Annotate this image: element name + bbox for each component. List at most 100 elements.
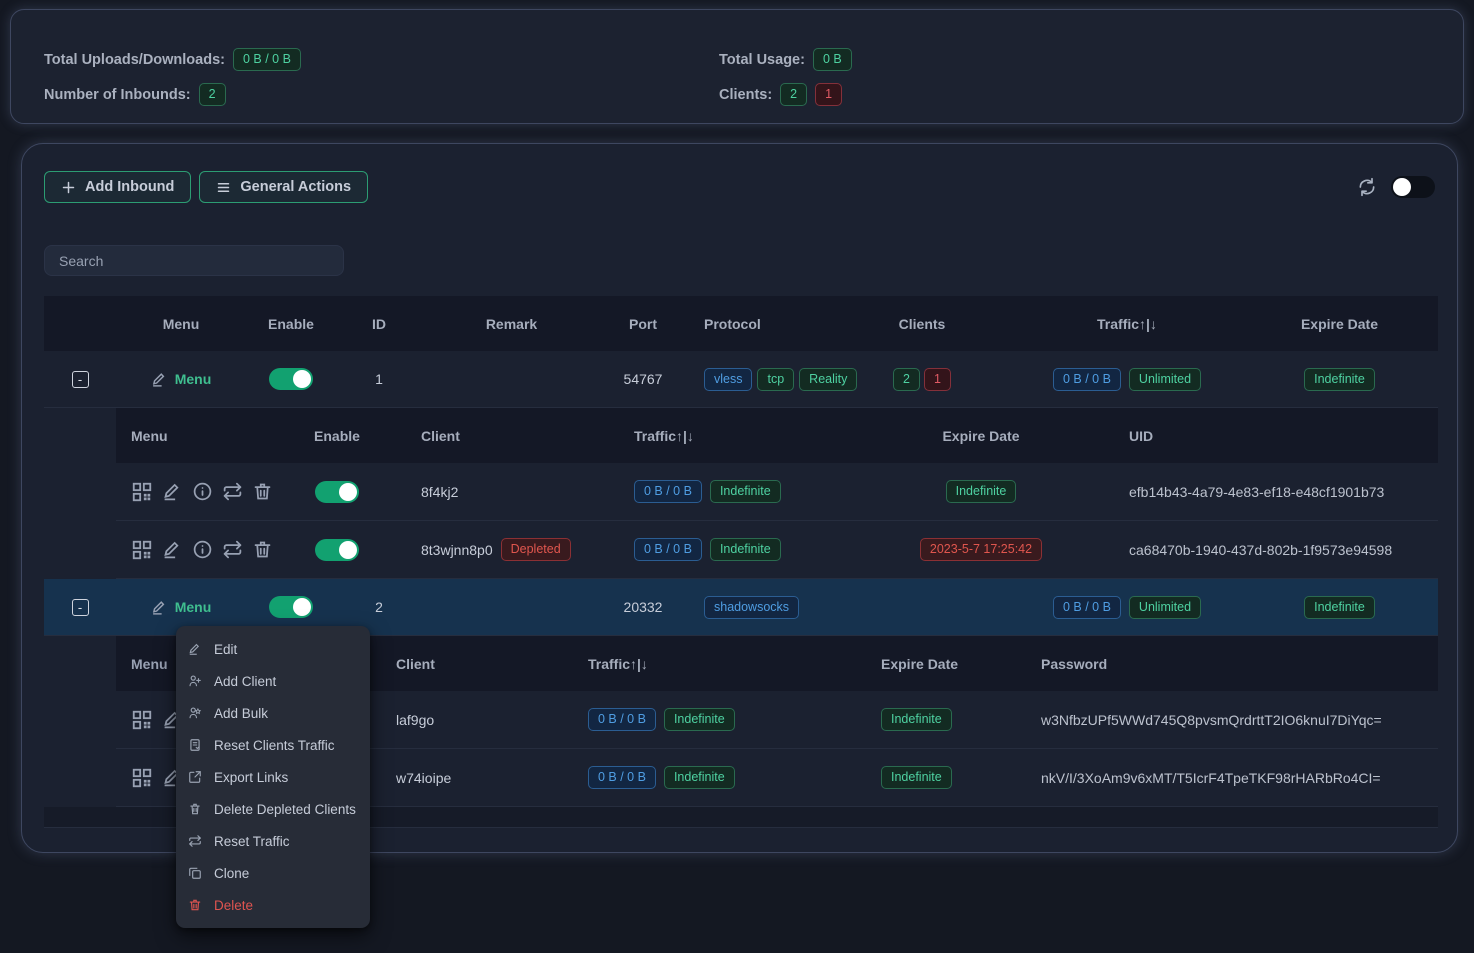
depleted-badge: Depleted: [501, 538, 571, 561]
menu-item-add-bulk[interactable]: Add Bulk: [176, 697, 370, 729]
sub-header-client: Client: [373, 428, 596, 444]
trash-icon: [188, 898, 203, 912]
qr-code-icon[interactable]: [131, 709, 153, 731]
traffic-limit-badge: Indefinite: [710, 538, 781, 561]
edit-pencil-icon: [188, 642, 203, 656]
add-inbound-label: Add Inbound: [85, 179, 174, 195]
header-expire-date: Expire Date: [1241, 316, 1438, 332]
sub-header-expire-date: Expire Date: [881, 428, 1081, 444]
sub-header-password: Password: [1021, 656, 1438, 672]
menu-item-delete[interactable]: Delete: [176, 889, 370, 921]
client-row: 8f4kj2 0 B / 0 B Indefinite Indefinite e…: [44, 463, 1438, 521]
edit-pencil-icon: [151, 371, 168, 388]
client-name: laf9go: [396, 712, 434, 728]
info-circle-icon[interactable]: [192, 481, 213, 502]
client-password: w3NfbzUPf5WWd745Q8pvsmQrdrttT2IO6knuI7Di…: [1021, 712, 1438, 728]
menu-item-edit[interactable]: Edit: [176, 633, 370, 665]
inbound-protocols: shadowsocks: [685, 596, 831, 619]
clients-active-badge: 2: [780, 83, 807, 106]
header-traffic: Traffic↑|↓: [1013, 316, 1241, 332]
file-reset-icon: [188, 738, 203, 752]
search-input[interactable]: [44, 245, 344, 276]
add-inbound-button[interactable]: Add Inbound: [44, 171, 191, 203]
collapse-row-button[interactable]: -: [72, 599, 89, 616]
info-circle-icon[interactable]: [192, 539, 213, 560]
trash-icon[interactable]: [252, 481, 273, 502]
client-enable-toggle[interactable]: [315, 539, 359, 561]
reset-traffic-icon[interactable]: [222, 539, 243, 560]
reset-traffic-icon[interactable]: [222, 481, 243, 502]
general-actions-button[interactable]: General Actions: [199, 171, 368, 203]
client-traffic: 0 B / 0 B Indefinite: [546, 708, 831, 731]
traffic-badge: 0 B / 0 B: [634, 538, 702, 561]
export-icon: [188, 770, 203, 784]
client-password: nkV/I/3XoAm9v6xMT/T5IcrF4TpeTKF98rHARbRo…: [1021, 770, 1438, 786]
row-menu-button[interactable]: Menu: [151, 599, 212, 616]
client-name: 8f4kj2: [421, 484, 458, 500]
header-remark: Remark: [422, 316, 601, 332]
edit-pencil-icon: [151, 599, 168, 616]
clients-active-badge: 2: [893, 368, 920, 391]
stat-label: Clients:: [719, 87, 772, 103]
edit-pencil-icon[interactable]: [162, 481, 183, 502]
refresh-icon[interactable]: [1357, 177, 1377, 197]
inbound-row-1: - Menu 1 54767 vless tcp Reality: [44, 351, 1438, 408]
reset-traffic-icon: [188, 834, 203, 848]
stats-panel: Total Uploads/Downloads: 0 B / 0 B Total…: [10, 9, 1464, 124]
client-name: 8t3wjnn8p0: [421, 542, 493, 558]
collapse-row-button[interactable]: -: [72, 371, 89, 388]
client-enable-toggle[interactable]: [315, 481, 359, 503]
inbound-port: 54767: [601, 371, 685, 387]
stat-value-badge: 2: [199, 83, 226, 106]
row-context-menu: Edit Add Client Add Bulk Reset Clients T…: [176, 626, 370, 928]
expire-badge: Indefinite: [881, 766, 952, 789]
dark-mode-toggle[interactable]: [1391, 176, 1435, 198]
enable-toggle[interactable]: [269, 368, 313, 390]
menu-item-delete-depleted-clients[interactable]: Delete Depleted Clients: [176, 793, 370, 825]
traffic-limit-badge: Unlimited: [1129, 368, 1201, 391]
enable-toggle[interactable]: [269, 596, 313, 618]
menu-item-add-client[interactable]: Add Client: [176, 665, 370, 697]
traffic-badge: 0 B / 0 B: [1053, 596, 1121, 619]
traffic-limit-badge: Indefinite: [664, 766, 735, 789]
traffic-limit-badge: Indefinite: [664, 708, 735, 731]
stat-clients: Clients: 2 1: [719, 83, 1430, 106]
menu-item-reset-clients-traffic[interactable]: Reset Clients Traffic: [176, 729, 370, 761]
sub-header-uid: UID: [1081, 428, 1438, 444]
client-traffic: 0 B / 0 B Indefinite: [546, 766, 831, 789]
general-actions-label: General Actions: [240, 179, 351, 195]
menu-item-reset-traffic[interactable]: Reset Traffic: [176, 825, 370, 857]
clients-depleted-badge: 1: [815, 83, 842, 106]
protocol-badge: shadowsocks: [704, 596, 799, 619]
user-add-icon: [188, 674, 203, 688]
inbound-protocols: vless tcp Reality: [685, 368, 831, 391]
toggle-knob: [1393, 178, 1411, 196]
menu-item-clone[interactable]: Clone: [176, 857, 370, 889]
stat-total-usage: Total Usage: 0 B: [719, 48, 1430, 71]
expire-badge: Indefinite: [881, 708, 952, 731]
client-table-1-header-row: Menu Enable Client Traffic↑|↓ Expire Dat…: [44, 408, 1438, 463]
menu-item-export-links[interactable]: Export Links: [176, 761, 370, 793]
header-menu: Menu: [116, 316, 246, 332]
client-traffic: 0 B / 0 B Indefinite: [596, 480, 881, 503]
inbound-traffic: 0 B / 0 B Unlimited: [1013, 368, 1241, 391]
sub-header-enable: Enable: [301, 428, 373, 444]
qr-code-icon[interactable]: [131, 539, 153, 561]
inbound-id: 1: [336, 371, 422, 387]
stat-value-badge: 0 B: [813, 48, 852, 71]
stat-label: Number of Inbounds:: [44, 87, 191, 103]
inbound-port: 20332: [601, 599, 685, 615]
qr-code-icon[interactable]: [131, 767, 153, 789]
header-protocol: Protocol: [685, 316, 831, 332]
clients-depleted-badge: 1: [924, 368, 951, 391]
expire-badge: Indefinite: [946, 480, 1017, 503]
trash-users-icon: [188, 802, 203, 816]
row-menu-button[interactable]: Menu: [151, 371, 212, 388]
expire-badge: Indefinite: [1304, 368, 1375, 391]
trash-icon[interactable]: [252, 539, 273, 560]
client-actions: [116, 481, 301, 503]
qr-code-icon[interactable]: [131, 481, 153, 503]
protocol-badge: vless: [704, 368, 752, 391]
edit-pencil-icon[interactable]: [162, 539, 183, 560]
stats-grid: Total Uploads/Downloads: 0 B / 0 B Total…: [44, 48, 1430, 106]
